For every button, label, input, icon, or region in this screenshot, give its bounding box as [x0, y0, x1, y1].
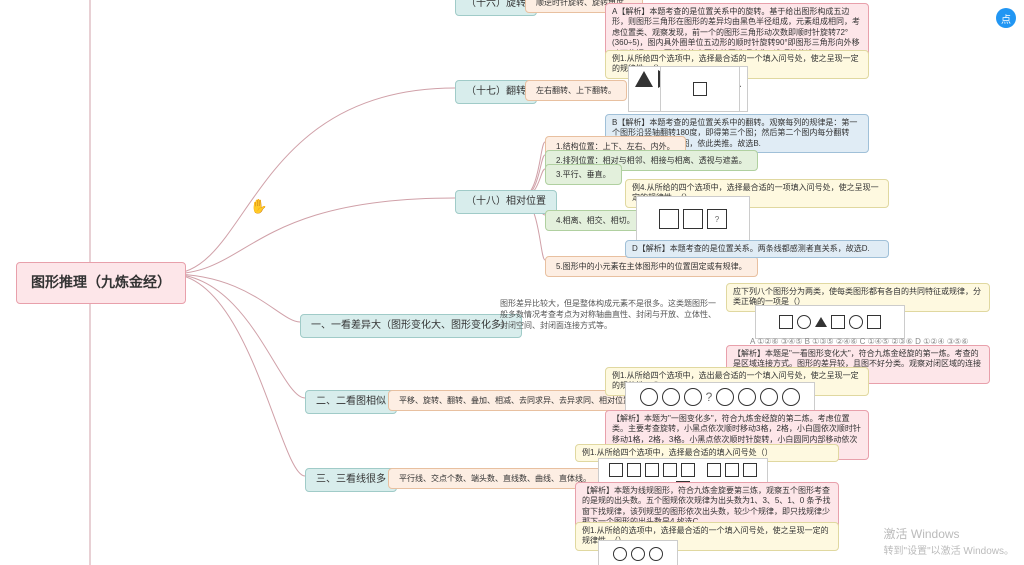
windows-watermark: 激活 Windows 转到"设置"以激活 Windows。: [884, 525, 1014, 557]
b18-p4: 4.相离、相交、相切。: [545, 210, 646, 231]
ex18-figure: ?: [636, 196, 750, 242]
b18-p5: 5.图形中的小元素在主体图形中的位置固定或有规律。: [545, 256, 758, 277]
exs2-figure: ?: [625, 382, 815, 412]
b18-p3: 3.平行、垂直。: [545, 164, 622, 185]
ex17-options: [660, 66, 740, 112]
watermark-l1: 激活 Windows: [884, 525, 1014, 542]
section-1-desc: 图形差异比较大，但是整体构成元素不是很多。这类题图形一般多数情况考查考点为对称轴…: [490, 294, 730, 336]
section-1[interactable]: 一、一看差异大（图形变化大、图形变化多）: [300, 314, 522, 338]
root-node[interactable]: 图形推理（九炼金经）: [16, 262, 186, 304]
branch-18[interactable]: （十八）相对位置: [455, 190, 557, 214]
branch-17-rule: 左右翻转、上下翻转。: [525, 80, 627, 101]
exs3-figure-2: [598, 540, 678, 565]
section-2[interactable]: 二、二看图相似: [305, 390, 397, 414]
help-fab[interactable]: 点: [996, 8, 1016, 28]
ex18-answer: D【解析】本题考查的是位置关系。两条线都感测者直关系，故选D.: [625, 240, 889, 258]
watermark-l2: 转到"设置"以激活 Windows。: [884, 542, 1014, 557]
section-3-rule: 平行线、交点个数、端头数、直线数、曲线、直体线。: [388, 468, 602, 489]
cursor-icon: ✋: [250, 198, 267, 215]
section-3[interactable]: 三、三看线很多: [305, 468, 397, 492]
